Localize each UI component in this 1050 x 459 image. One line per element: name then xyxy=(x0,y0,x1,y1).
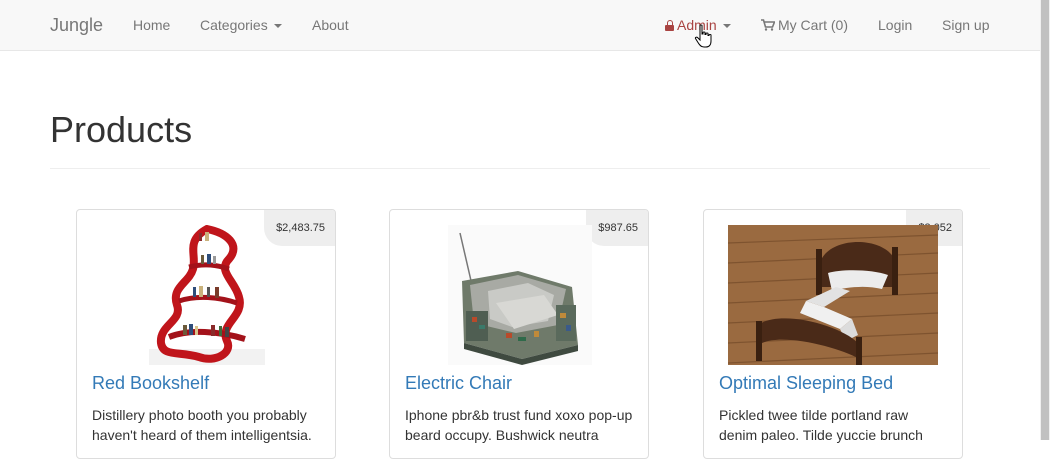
page-title: Products xyxy=(50,109,193,150)
navbar: Jungle Home Categories About Admin My Ca… xyxy=(0,0,1040,51)
scrollbar[interactable] xyxy=(1040,0,1050,440)
product-card: $2,483.75 Red Bookshelf Distillery photo… xyxy=(76,209,336,459)
hand-pointer-cursor-icon xyxy=(694,24,712,48)
nav-categories-dropdown[interactable]: Categories xyxy=(200,0,282,50)
nav-login-link[interactable]: Login xyxy=(878,0,912,50)
shopping-cart-icon xyxy=(761,19,775,31)
nav-signup-link[interactable]: Sign up xyxy=(942,0,989,50)
caret-down-icon xyxy=(273,24,282,29)
nav-home-link[interactable]: Home xyxy=(133,0,170,50)
product-description: Pickled twee tilde portland raw denim pa… xyxy=(719,407,923,443)
lock-icon xyxy=(665,20,674,31)
product-card: $987.65 Electric Chair Iphone pbr&b trus… xyxy=(389,209,649,459)
price-badge: $987.65 xyxy=(586,210,648,246)
product-image-electric-chair[interactable] xyxy=(448,225,592,365)
cart-label: My Cart (0) xyxy=(778,17,848,33)
categories-label: Categories xyxy=(200,17,268,33)
product-name-link[interactable]: Optimal Sleeping Bed xyxy=(719,373,893,394)
scrollbar-thumb[interactable] xyxy=(1041,0,1049,440)
title-divider xyxy=(50,168,990,169)
nav-cart-link[interactable]: My Cart (0) xyxy=(761,0,848,50)
product-card: $3,052 Optimal Sleeping Bed Pickled twee… xyxy=(703,209,963,459)
product-description: Iphone pbr&b trust fund xoxo pop-up bear… xyxy=(405,407,633,443)
product-image-optimal-sleeping-bed[interactable] xyxy=(728,225,938,365)
nav-about-link[interactable]: About xyxy=(312,0,349,50)
brand-link[interactable]: Jungle xyxy=(50,0,103,50)
product-name-link[interactable]: Electric Chair xyxy=(405,373,512,394)
caret-down-icon xyxy=(722,24,731,29)
price-badge: $2,483.75 xyxy=(264,210,335,246)
product-image-red-bookshelf[interactable] xyxy=(149,225,265,365)
product-description: Distillery photo booth you probably have… xyxy=(92,407,312,443)
product-name-link[interactable]: Red Bookshelf xyxy=(92,373,209,394)
